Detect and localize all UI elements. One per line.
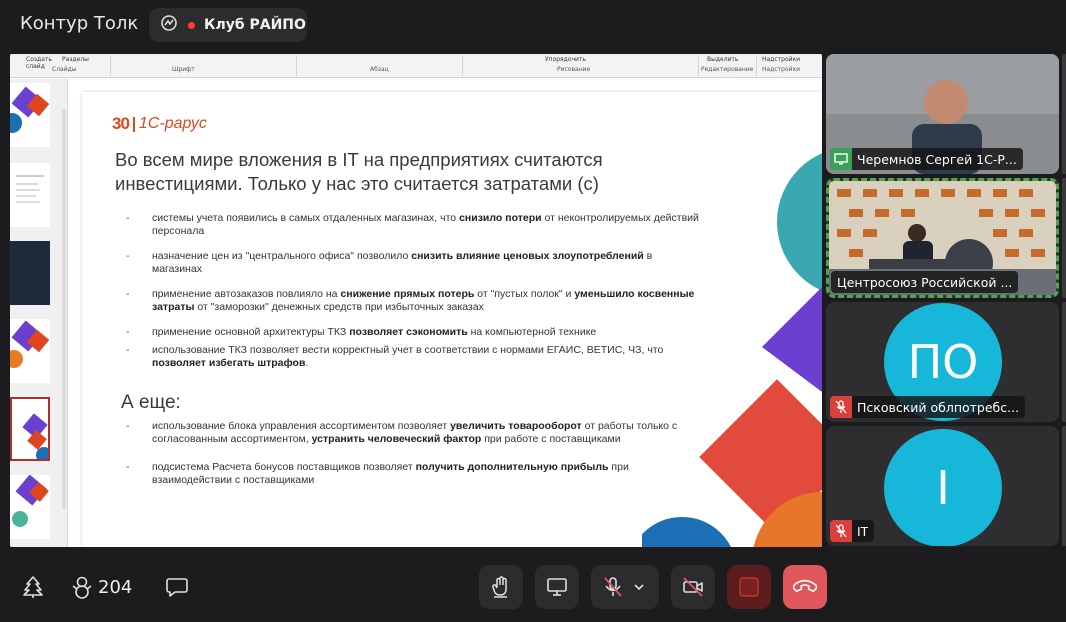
slide-thumbnail [10, 319, 50, 383]
bullet-item: применение автозаказов повлияло на сниже… [122, 288, 702, 314]
room-chip[interactable]: Клуб РАЙПО [149, 8, 307, 42]
chevron-down-icon[interactable] [633, 581, 645, 593]
slide-subtitle: А еще: [121, 392, 181, 413]
mic-muted-icon [830, 396, 852, 418]
arrange-button: Упорядочить [545, 56, 586, 63]
stop-sharing-button[interactable] [727, 565, 771, 609]
recording-indicator [188, 21, 195, 29]
bullet-list: системы учета появились в самых отдаленн… [122, 212, 702, 382]
ribbon-group-paragraph: Абзац [370, 66, 389, 73]
app-title: Контур Толк [20, 13, 139, 34]
club-icon [160, 14, 178, 37]
participant-name-tag: Черемнов Сергей 1С-Р... [830, 148, 1023, 170]
ppt-ribbon: Создать слайд Разделы Слайды Шрифт Абзац… [10, 54, 822, 78]
company-logo: 30 1С-рарус [112, 112, 207, 136]
raise-hand-button[interactable] [479, 565, 523, 609]
stop-icon [738, 576, 760, 598]
phone-icon [793, 575, 817, 599]
participant-tile[interactable]: I IT [826, 426, 1059, 546]
hand-icon [489, 575, 513, 599]
teal-circle-shape [777, 153, 822, 291]
decorative-shapes [642, 153, 822, 547]
participant-name: Центросоюз Российской ... [837, 274, 1013, 290]
participant-name-tag: IT [830, 520, 875, 542]
participants-button[interactable]: 204 [70, 574, 132, 600]
slide-thumbnail-selected [10, 397, 50, 461]
logo-number: 30 [112, 114, 130, 133]
room-name: Клуб РАЙПО [204, 17, 306, 33]
participant-tile-speaking[interactable]: Центросоюз Российской ... [826, 178, 1059, 298]
ribbon-group-addins: Надстройки [762, 66, 801, 73]
bullet-list-extra: использование блока управления ассортиме… [122, 420, 682, 502]
slide-thumbnail [10, 83, 50, 147]
thumbnail-scrollbar [62, 109, 66, 509]
slide-thumbnail [10, 163, 50, 227]
participant-name-tag: Псковский облпотребс... [830, 396, 1026, 418]
slide-thumbnails [10, 79, 68, 547]
current-slide: 30 1С-рарус Во всем мире вложения в IT н… [82, 92, 822, 547]
slide-title: Во всем мире вложения в IT на предприяти… [115, 149, 603, 194]
participant-name-tag: Центросоюз Российской ... [831, 271, 1019, 293]
microphone-button[interactable] [591, 565, 659, 609]
bullet-item: подсистема Расчета бонусов поставщиков п… [122, 461, 682, 487]
blue-circle-shape [642, 517, 731, 547]
ribbon-group-slides: Слайды [52, 66, 77, 73]
top-bar: Контур Толк Клуб РАЙПО [0, 0, 1066, 50]
bullet-item: использование блока управления ассортиме… [122, 420, 682, 446]
share-screen-button[interactable] [535, 565, 579, 609]
slide-thumbnail [10, 475, 50, 539]
participant-name: Черемнов Сергей 1С-Р... [857, 151, 1017, 167]
next-tiles-strip [1062, 302, 1066, 422]
chat-button[interactable] [164, 574, 190, 600]
tree-icon[interactable] [20, 574, 46, 600]
participant-avatar: I [884, 429, 1002, 546]
chat-icon [165, 575, 189, 599]
mic-muted-icon [601, 575, 625, 599]
next-tiles-strip [1062, 178, 1066, 298]
bullet-item: назначение цен из "центрального офиса" п… [122, 250, 702, 276]
camera-off-icon [681, 575, 705, 599]
shared-screen: Создать слайд Разделы Слайды Шрифт Абзац… [10, 54, 822, 547]
participant-name: IT [857, 523, 869, 539]
bullet-item: применение основной архитектуры ТКЗ позв… [122, 326, 702, 339]
screen-share-icon [830, 148, 852, 170]
participant-tile[interactable]: ПО Псковский облпотребс... [826, 302, 1059, 422]
participant-name: Псковский облпотребс... [857, 399, 1020, 415]
next-tiles-strip [1062, 426, 1066, 546]
snowman-icon [70, 575, 94, 599]
ribbon-group-drawing: Рисование [557, 66, 591, 73]
slide-thumbnail [10, 241, 50, 305]
conference-window: Контур Толк Клуб РАЙПО Создать слайд Раз… [0, 0, 1066, 622]
select-button: Выделить [707, 56, 739, 63]
ribbon-group-font: Шрифт [172, 66, 195, 73]
bottom-toolbar: 204 [0, 560, 1066, 622]
purple-shape [762, 287, 822, 392]
end-call-button[interactable] [783, 565, 827, 609]
logo-brand: 1С-рарус [138, 115, 207, 132]
participant-tile[interactable]: Черемнов Сергей 1С-Р... [826, 54, 1059, 174]
sections-button: Разделы [62, 56, 89, 63]
participant-count: 204 [98, 576, 133, 598]
addins-button: Надстройки [762, 56, 801, 63]
mic-muted-icon [830, 520, 852, 542]
monitor-icon [545, 575, 569, 599]
next-tiles-strip [1062, 54, 1066, 174]
bullet-item: использование ТКЗ позволяет вести коррек… [122, 344, 702, 370]
bullet-item: системы учета появились в самых отдаленн… [122, 212, 702, 238]
camera-button[interactable] [671, 565, 715, 609]
ribbon-group-editing: Редактирование [701, 66, 754, 73]
